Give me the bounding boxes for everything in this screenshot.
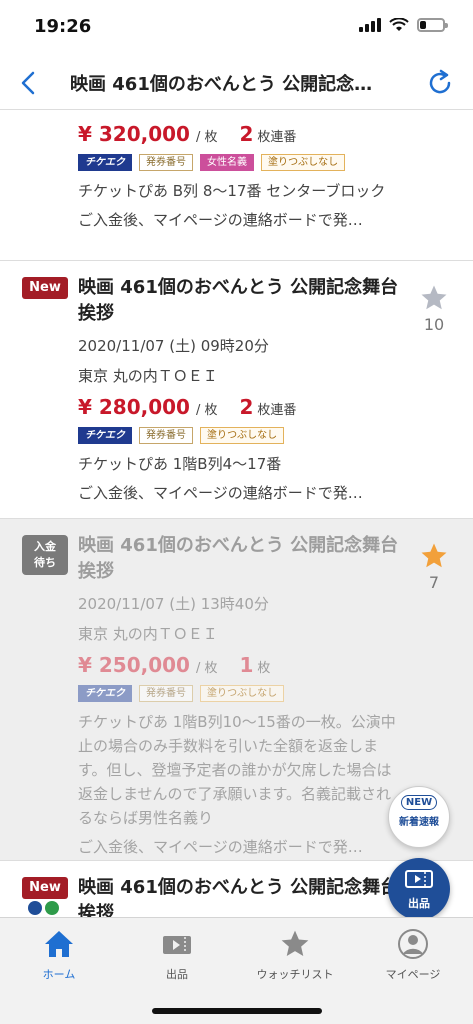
price: ¥ 320,000 xyxy=(78,122,190,146)
price-row: ¥ 250,000 / 枚 1 枚 xyxy=(78,653,405,677)
status-bar: 19:26 xyxy=(0,0,473,58)
tag-female-name: 女性名義 xyxy=(200,154,254,171)
tab-bar: ホーム 出品 ウォッチリスト マイページ xyxy=(0,917,473,1024)
tab-label: ホーム xyxy=(42,968,76,981)
brand-dot xyxy=(45,901,59,915)
new-badge: New xyxy=(22,277,68,299)
tag-no-erase: 塗りつぶしなし xyxy=(200,685,285,702)
tag-issue-number: 発券番号 xyxy=(139,685,193,702)
status-time: 19:26 xyxy=(34,16,92,37)
star-icon xyxy=(421,285,447,310)
per-unit: / 枚 xyxy=(195,661,218,676)
price-row: ¥ 280,000 / 枚 2 枚連番 xyxy=(78,395,405,419)
listing-note: ご入金後、マイページの連絡ボードで発… xyxy=(78,211,363,229)
home-icon xyxy=(45,931,73,957)
user-icon xyxy=(398,929,428,959)
listing-venue: 東京 丸の内ＴＯＥＩ xyxy=(78,367,218,385)
refresh-icon[interactable] xyxy=(425,68,455,98)
sell-label: 出品 xyxy=(408,897,430,910)
status-icons xyxy=(359,18,448,32)
quantity: 2 xyxy=(239,395,254,419)
watch-count: 10 xyxy=(423,315,445,334)
tab-watchlist[interactable]: ウォッチリスト xyxy=(236,928,354,982)
sell-ticket-icon xyxy=(163,936,191,954)
brand-dot xyxy=(28,901,42,915)
tab-sell[interactable]: 出品 xyxy=(118,928,236,982)
battery-icon xyxy=(417,18,448,32)
tag-list: チケエク 発券番号 女性名義 塗りつぶしなし xyxy=(78,154,405,171)
tag-ticket: チケエク xyxy=(78,685,132,702)
tag-no-erase: 塗りつぶしなし xyxy=(261,154,346,171)
per-unit: / 枚 xyxy=(195,403,218,418)
tag-no-erase: 塗りつぶしなし xyxy=(200,427,285,444)
tab-mypage[interactable]: マイページ xyxy=(354,928,472,982)
price-row: ¥ 320,000 / 枚 2 枚連番 xyxy=(78,122,405,146)
list-item[interactable]: ¥ 320,000 / 枚 2 枚連番 チケエク 発券番号 女性名義 塗りつぶし… xyxy=(0,111,473,261)
nav-bar: 映画 461個のおべんとう 公開記念… xyxy=(0,58,473,110)
listing-note: ご入金後、マイページの連絡ボードで発… xyxy=(78,838,363,856)
tag-issue-number: 発券番号 xyxy=(139,154,193,171)
quantity-unit: 枚連番 xyxy=(257,403,297,418)
battery-level xyxy=(420,21,426,29)
tab-label: ウォッチリスト xyxy=(256,968,334,981)
price: ¥ 280,000 xyxy=(78,395,190,419)
listing-note: ご入金後、マイページの連絡ボードで発… xyxy=(78,484,363,502)
awaiting-payment-badge: 入金 待ち xyxy=(22,535,68,575)
listing-description: チケットぴあ B列 8〜17番 センターブロック xyxy=(78,182,386,200)
chevron-left-icon[interactable] xyxy=(14,68,44,98)
listing-title: 映画 461個のおべんとう 公開記念舞台挨拶 xyxy=(78,277,399,324)
cellular-signal-icon xyxy=(359,18,381,32)
quantity: 1 xyxy=(239,653,254,677)
watch-count: 7 xyxy=(428,573,440,592)
tag-ticket: チケエク xyxy=(78,154,132,171)
list-item[interactable]: New 映画 461個のおべんとう 公開記念舞台挨拶 2020/11/07 (土… xyxy=(0,261,473,519)
listing-description: チケットぴあ 1階B列4〜17番 xyxy=(78,455,282,473)
listing-date: 2020/11/07 (土) 13時40分 xyxy=(78,595,269,613)
quantity: 2 xyxy=(239,122,254,146)
quantity-unit: 枚 xyxy=(257,661,271,676)
badge-line: 入金 xyxy=(34,540,56,553)
price: ¥ 250,000 xyxy=(78,653,190,677)
badge-line: 待ち xyxy=(34,556,56,569)
new-badge: New xyxy=(22,877,68,899)
tag-ticket: チケエク xyxy=(78,427,132,444)
watch-button[interactable]: 10 xyxy=(417,283,451,334)
tab-home[interactable]: ホーム xyxy=(0,928,118,982)
listing-description: チケットぴあ 1階B列10〜15番の一枚。公演中止の場合のみ手数料を引いた全額を… xyxy=(78,713,396,827)
tab-label: マイページ xyxy=(385,968,441,981)
tab-label: 出品 xyxy=(166,968,188,981)
listing-title: 映画 461個のおべんとう 公開記念舞台挨拶 xyxy=(78,535,399,582)
tag-issue-number: 発券番号 xyxy=(139,427,193,444)
per-unit: / 枚 xyxy=(195,130,218,145)
tag-list: チケエク 発券番号 塗りつぶしなし xyxy=(78,427,405,444)
listing-title: 映画 461個のおべんとう 公開記念舞台挨拶 xyxy=(78,877,399,917)
listing-venue: 東京 丸の内ＴＯＥＩ xyxy=(78,625,218,643)
star-icon xyxy=(281,930,309,956)
star-filled-icon xyxy=(421,543,447,568)
listing-date: 2020/11/07 (土) 09時20分 xyxy=(78,337,269,355)
watch-button[interactable]: 7 xyxy=(417,541,451,592)
sell-button[interactable]: 出品 xyxy=(388,858,450,920)
new-alerts-button[interactable]: NEW 新着速報 xyxy=(388,786,450,848)
tag-list: チケエク 発券番号 塗りつぶしなし xyxy=(78,685,405,702)
wifi-icon xyxy=(389,18,409,31)
quantity-unit: 枚連番 xyxy=(257,130,297,145)
home-indicator xyxy=(152,1008,322,1014)
sell-ticket-icon xyxy=(405,870,433,888)
new-badge-icon: NEW xyxy=(400,795,438,810)
page-title: 映画 461個のおべんとう 公開記念… xyxy=(70,74,373,95)
new-alerts-label: 新着速報 xyxy=(399,817,439,828)
